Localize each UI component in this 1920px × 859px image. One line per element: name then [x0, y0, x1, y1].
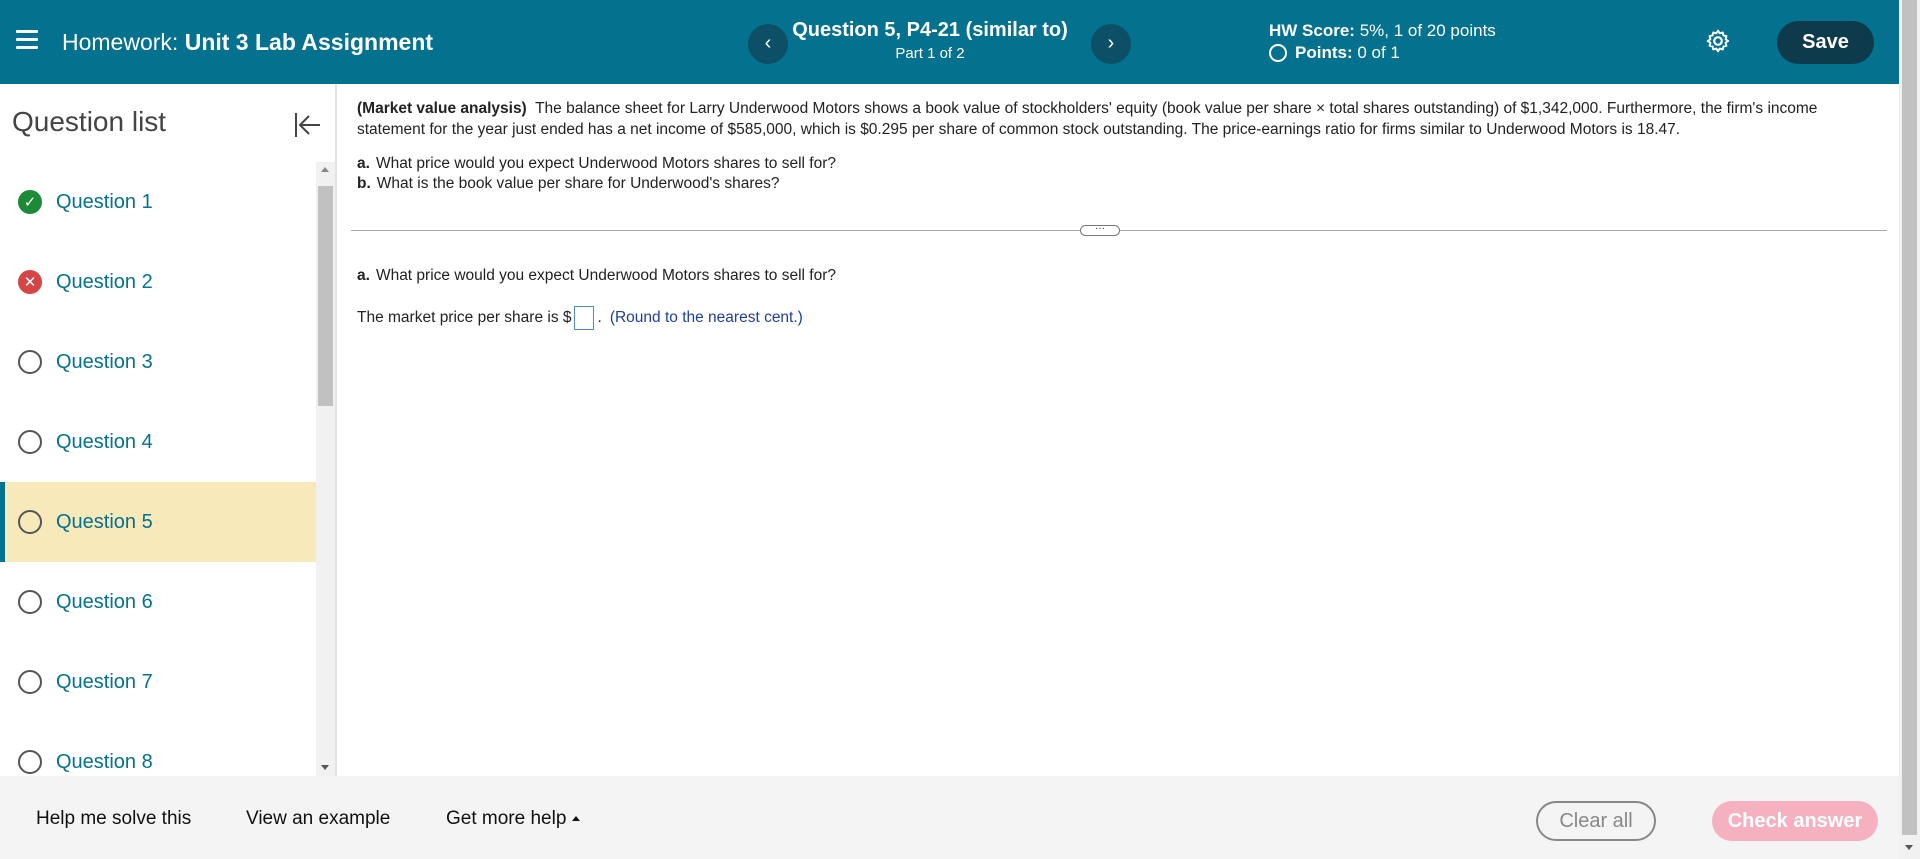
- clear-all-button[interactable]: Clear all: [1536, 801, 1656, 841]
- part-a-text: What price would you expect Underwood Mo…: [375, 155, 836, 172]
- answer-input[interactable]: [573, 306, 594, 330]
- open-circle-icon: [18, 670, 42, 694]
- help-me-solve-link[interactable]: Help me solve this: [36, 808, 191, 830]
- question-item-5[interactable]: Question 5: [0, 482, 316, 562]
- question-item-label: Question 8: [56, 750, 153, 773]
- question-item-3[interactable]: Question 3: [0, 322, 316, 402]
- expand-more-icon[interactable]: ···: [1080, 224, 1120, 236]
- chevron-left-icon: ‹: [764, 32, 772, 54]
- problem-heading: (Market value analysis): [357, 100, 527, 117]
- part-b-prompt: b. What is the book value per share for U…: [357, 174, 780, 194]
- question-title: Question 5, P4-21 (similar to): [792, 19, 1068, 41]
- answer-part-a-prompt: a. What price would you expect Underwood …: [357, 266, 836, 286]
- question-item-1[interactable]: ✓ Question 1: [0, 162, 316, 242]
- part-a-letter: a.: [357, 155, 370, 172]
- points-value: 0 of 1: [1357, 43, 1400, 62]
- question-header: Question 5, P4-21 (similar to) Part 1 of…: [780, 18, 1080, 64]
- problem-text: The balance sheet for Larry Underwood Mo…: [357, 100, 1818, 138]
- question-item-label: Question 5: [56, 510, 153, 533]
- open-circle-icon: [18, 350, 42, 374]
- part-b-text: What is the book value per share for Und…: [376, 175, 780, 192]
- hw-score-value: 5%, 1 of 20 points: [1359, 21, 1496, 40]
- answer-suffix: .: [597, 309, 602, 326]
- answer-part-letter: a.: [357, 267, 370, 284]
- footer-bar: Help me solve this View an example Get m…: [0, 776, 1899, 859]
- x-mark-icon: ✕: [18, 270, 42, 294]
- top-bar: Homework: Unit 3 Lab Assignment ‹ Questi…: [0, 0, 1899, 84]
- question-item-label: Question 2: [56, 270, 153, 293]
- part-b-letter: b.: [357, 175, 371, 192]
- question-item-label: Question 7: [56, 670, 153, 693]
- open-circle-icon: [18, 750, 42, 774]
- assignment-prefix: Homework:: [62, 29, 179, 55]
- problem-statement: (Market value analysis) The balance shee…: [357, 98, 1887, 140]
- question-item-label: Question 4: [56, 430, 153, 453]
- question-list-title: Question list: [12, 106, 167, 137]
- question-list-panel: Question list ✓ Question 1 ✕ Question 2 …: [0, 84, 337, 776]
- hw-score-label: HW Score:: [1269, 21, 1355, 40]
- scroll-down-icon[interactable]: [1905, 845, 1913, 850]
- points-status-icon: [1269, 44, 1287, 62]
- score-panel: HW Score: 5%, 1 of 20 points Points: 0 o…: [1269, 20, 1496, 64]
- question-item-2[interactable]: ✕ Question 2: [0, 242, 316, 322]
- open-circle-icon: [18, 510, 42, 534]
- answer-row: The market price per share is $ . (Round…: [357, 306, 803, 330]
- part-a-prompt: a. What price would you expect Underwood …: [357, 154, 836, 174]
- chevron-right-icon: ›: [1107, 32, 1115, 54]
- get-more-help-label: Get more help: [446, 808, 567, 829]
- check-answer-button[interactable]: Check answer: [1712, 801, 1878, 841]
- scroll-down-icon[interactable]: [321, 765, 329, 770]
- collapse-panel-icon[interactable]: [292, 110, 322, 140]
- caret-up-icon: [572, 816, 581, 822]
- assignment-title: Homework: Unit 3 Lab Assignment: [62, 29, 433, 55]
- gear-icon[interactable]: [1705, 28, 1731, 54]
- question-item-6[interactable]: Question 6: [0, 562, 316, 642]
- question-list-scrollbar[interactable]: [316, 162, 335, 776]
- checkmark-icon: ✓: [18, 190, 42, 214]
- question-item-label: Question 3: [56, 350, 153, 373]
- page-scroll-thumb[interactable]: [1902, 0, 1917, 835]
- question-item-7[interactable]: Question 7: [0, 642, 316, 722]
- question-content: (Market value analysis) The balance shee…: [339, 84, 1899, 776]
- answer-question-text: What price would you expect Underwood Mo…: [375, 267, 836, 284]
- question-part: Part 1 of 2: [895, 45, 965, 62]
- question-item-8[interactable]: Question 8: [0, 722, 316, 776]
- question-item-label: Question 6: [56, 590, 153, 613]
- question-item-4[interactable]: Question 4: [0, 402, 316, 482]
- menu-icon[interactable]: [16, 30, 38, 52]
- rounding-note: (Round to the nearest cent.): [609, 309, 803, 326]
- question-item-label: Question 1: [56, 190, 153, 213]
- next-question-button[interactable]: ›: [1091, 24, 1131, 64]
- points-label: Points:: [1295, 43, 1353, 62]
- scroll-thumb[interactable]: [318, 186, 333, 406]
- question-list: ✓ Question 1 ✕ Question 2 Question 3 Que…: [0, 162, 316, 776]
- get-more-help-link[interactable]: Get more help: [446, 808, 581, 830]
- open-circle-icon: [18, 430, 42, 454]
- page-scrollbar[interactable]: [1899, 0, 1920, 859]
- answer-prompt: The market price per share is $: [357, 309, 572, 326]
- scroll-up-icon[interactable]: [321, 167, 329, 172]
- open-circle-icon: [18, 590, 42, 614]
- view-example-link[interactable]: View an example: [246, 808, 390, 830]
- save-button[interactable]: Save: [1777, 21, 1874, 64]
- assignment-name: Unit 3 Lab Assignment: [184, 29, 434, 55]
